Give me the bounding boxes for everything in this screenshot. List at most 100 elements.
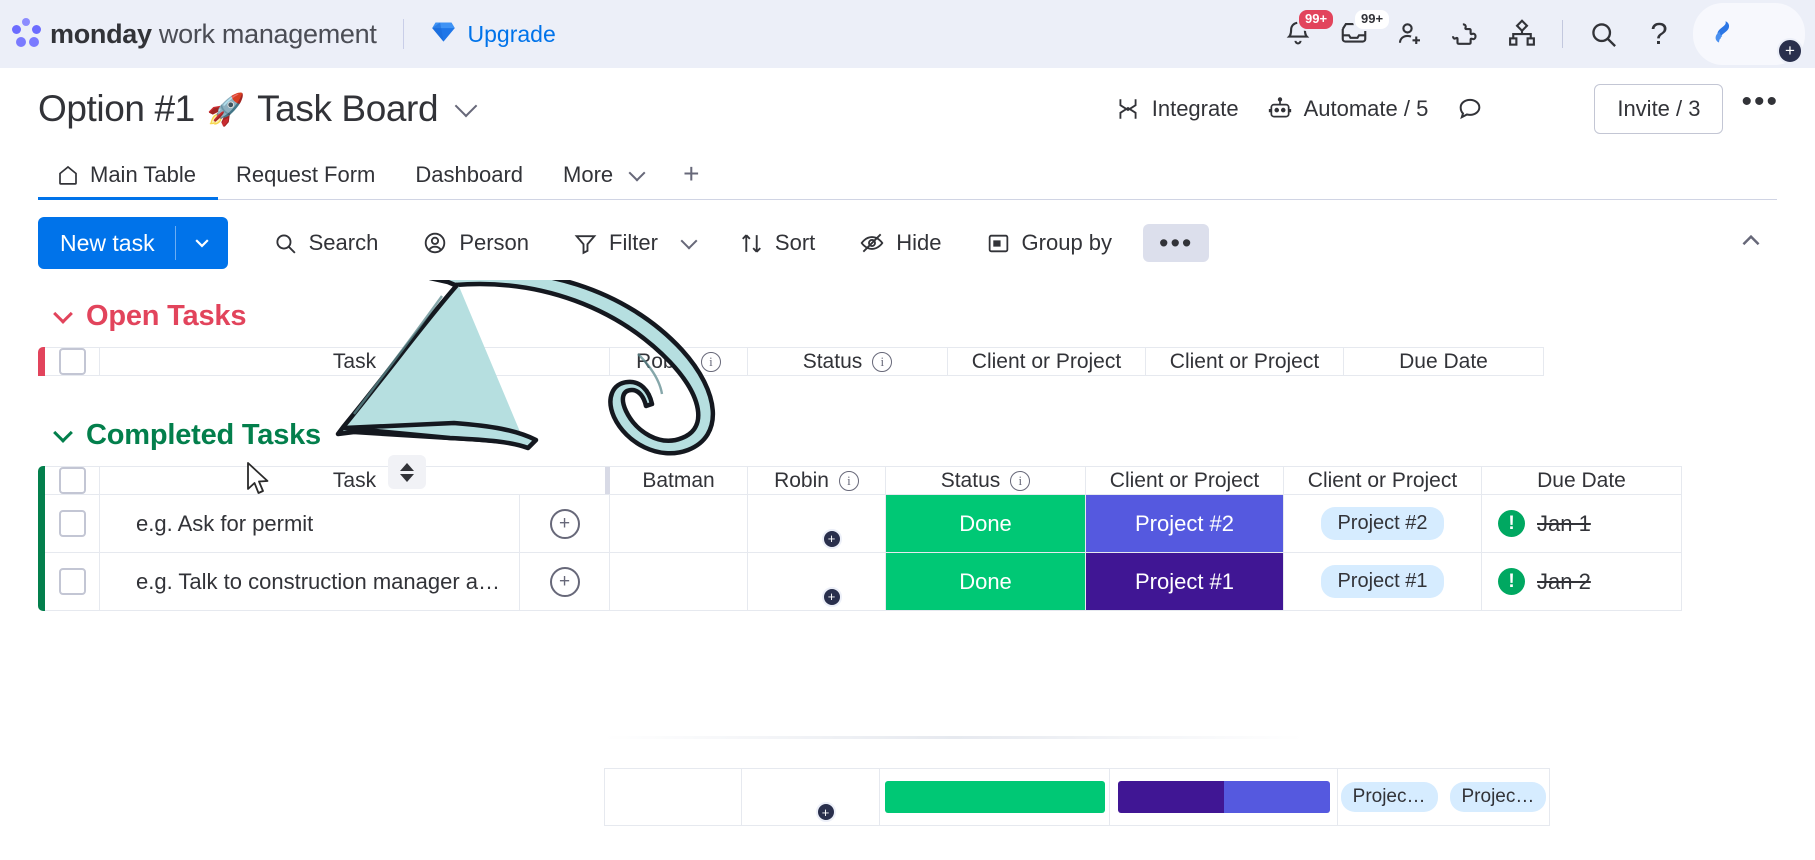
- tab-more[interactable]: More: [545, 156, 665, 200]
- table-row[interactable]: e.g. Ask for permit + + Done Project #2 …: [38, 495, 1815, 553]
- tab-request-form[interactable]: Request Form: [218, 156, 397, 200]
- monday-logo-icon[interactable]: [10, 17, 44, 51]
- robin-person-cell[interactable]: +: [748, 553, 886, 611]
- board-updates-button[interactable]: [1442, 87, 1498, 131]
- toolbar-more-button[interactable]: •••: [1143, 224, 1209, 263]
- info-icon[interactable]: i: [872, 352, 892, 372]
- summary-robin-cell[interactable]: +: [742, 768, 880, 826]
- sort-button[interactable]: Sort: [724, 221, 830, 265]
- column-header-client-or-project-1[interactable]: Client or Project: [1086, 466, 1284, 495]
- automate-button[interactable]: Automate / 5: [1253, 88, 1443, 130]
- select-all-checkbox-cell[interactable]: [45, 466, 100, 495]
- column-header-client-or-project-1[interactable]: Client or Project: [948, 347, 1146, 376]
- column-header-robin[interactable]: Robin i: [748, 466, 886, 495]
- new-task-button[interactable]: New task: [38, 217, 228, 269]
- search-button[interactable]: [1575, 6, 1631, 62]
- apps-button[interactable]: [1438, 6, 1494, 62]
- column-header-status[interactable]: Status i: [748, 347, 948, 376]
- search-input[interactable]: Search: [258, 221, 394, 265]
- row-checkbox-cell[interactable]: [45, 495, 100, 553]
- client-or-project-cell-1[interactable]: Project #2: [1086, 495, 1284, 553]
- add-person-badge[interactable]: +: [816, 802, 836, 822]
- summary-project-cell-2[interactable]: Projec… Projec…: [1338, 768, 1550, 826]
- summary-project-cell-1[interactable]: [1110, 768, 1338, 826]
- person-avatar[interactable]: [650, 774, 696, 820]
- collapse-toolbar-button[interactable]: [1724, 218, 1778, 269]
- due-date-cell[interactable]: ! Jan 2: [1482, 553, 1682, 611]
- client-or-project-cell-2[interactable]: Project #2: [1284, 495, 1482, 553]
- status-cell[interactable]: Done: [886, 553, 1086, 611]
- client-or-project-cell-2[interactable]: Project #1: [1284, 553, 1482, 611]
- filter-button[interactable]: Filter: [558, 221, 710, 265]
- tab-main-table[interactable]: Main Table: [38, 156, 218, 200]
- column-header-robin[interactable]: Robin i: [610, 347, 748, 376]
- page-title[interactable]: Option #1 🚀 Task Board: [38, 88, 474, 130]
- chevron-down-icon[interactable]: [53, 304, 73, 324]
- column-header-client-or-project-2[interactable]: Client or Project: [1284, 466, 1482, 495]
- tab-label: More: [563, 162, 613, 188]
- new-task-dropdown-button[interactable]: [176, 217, 228, 269]
- status-cell[interactable]: Done: [886, 495, 1086, 553]
- column-header-status[interactable]: Status i: [886, 466, 1086, 495]
- person-avatar[interactable]: +: [788, 774, 834, 820]
- board-owner-avatar[interactable]: [1516, 86, 1562, 132]
- select-all-checkbox-cell[interactable]: [45, 347, 100, 376]
- row-checkbox-cell[interactable]: [45, 553, 100, 611]
- summary-batman-cell[interactable]: [604, 768, 742, 826]
- board-more-menu-button[interactable]: •••: [1723, 85, 1793, 133]
- top-bar-actions: 99+ 99+: [1270, 0, 1815, 68]
- column-header-client-or-project-2[interactable]: Client or Project: [1146, 347, 1344, 376]
- group-header-open-tasks[interactable]: Open Tasks: [56, 300, 246, 333]
- add-update-icon[interactable]: +: [550, 567, 580, 597]
- table-row[interactable]: e.g. Talk to construction manager a… + +…: [38, 553, 1815, 611]
- row-checkbox[interactable]: [59, 568, 86, 595]
- chevron-down-icon[interactable]: [53, 423, 73, 443]
- avatar-add-badge[interactable]: +: [1777, 38, 1803, 64]
- person-avatar[interactable]: [656, 559, 702, 605]
- add-update-icon[interactable]: +: [550, 509, 580, 539]
- add-person-badge[interactable]: +: [822, 587, 842, 607]
- row-add-update-cell[interactable]: +: [520, 495, 610, 553]
- person-avatar[interactable]: +: [794, 501, 840, 547]
- help-button[interactable]: ?: [1631, 6, 1687, 62]
- user-avatar[interactable]: +: [1747, 8, 1799, 60]
- select-all-checkbox[interactable]: [59, 348, 86, 375]
- upgrade-button[interactable]: Upgrade: [430, 18, 556, 51]
- board-menu-chevron-down-icon[interactable]: [455, 95, 478, 118]
- info-icon[interactable]: i: [839, 471, 859, 491]
- invite-button[interactable]: Invite / 3: [1594, 84, 1723, 134]
- hide-button[interactable]: Hide: [844, 221, 956, 265]
- due-date-cell[interactable]: ! Jan 1: [1482, 495, 1682, 553]
- my-work-button[interactable]: [1494, 6, 1550, 62]
- person-avatar[interactable]: +: [794, 559, 840, 605]
- summary-status-cell[interactable]: [880, 768, 1110, 826]
- batman-person-cell[interactable]: [610, 553, 748, 611]
- column-header-task[interactable]: Task: [100, 466, 610, 495]
- row-checkbox[interactable]: [59, 510, 86, 537]
- group-by-button[interactable]: Group by: [971, 221, 1128, 265]
- tab-dashboard[interactable]: Dashboard: [397, 156, 545, 200]
- column-header-due-date[interactable]: Due Date: [1482, 466, 1682, 495]
- person-avatar[interactable]: [656, 501, 702, 547]
- column-header-batman[interactable]: Batman: [610, 466, 748, 495]
- column-header-due-date[interactable]: Due Date: [1344, 347, 1544, 376]
- add-view-button[interactable]: +: [665, 156, 717, 200]
- info-icon[interactable]: i: [1010, 471, 1030, 491]
- account-chip[interactable]: +: [1693, 3, 1805, 65]
- column-header-task[interactable]: Task: [100, 347, 610, 376]
- robin-person-cell[interactable]: +: [748, 495, 886, 553]
- person-filter-button[interactable]: Person: [407, 221, 544, 265]
- chevron-down-icon[interactable]: [680, 233, 697, 250]
- group-header-completed-tasks[interactable]: Completed Tasks: [56, 419, 321, 452]
- select-all-checkbox[interactable]: [59, 467, 86, 494]
- task-name-cell[interactable]: e.g. Talk to construction manager a…: [100, 553, 520, 611]
- info-icon[interactable]: i: [701, 352, 721, 372]
- batman-person-cell[interactable]: [610, 495, 748, 553]
- add-person-badge[interactable]: +: [822, 529, 842, 549]
- column-sort-handle[interactable]: [388, 455, 426, 489]
- integrate-button[interactable]: Integrate: [1101, 88, 1253, 130]
- task-name-cell[interactable]: e.g. Ask for permit: [100, 495, 520, 553]
- notifications-button[interactable]: 99+: [1270, 6, 1326, 62]
- row-add-update-cell[interactable]: +: [520, 553, 610, 611]
- client-or-project-cell-1[interactable]: Project #1: [1086, 553, 1284, 611]
